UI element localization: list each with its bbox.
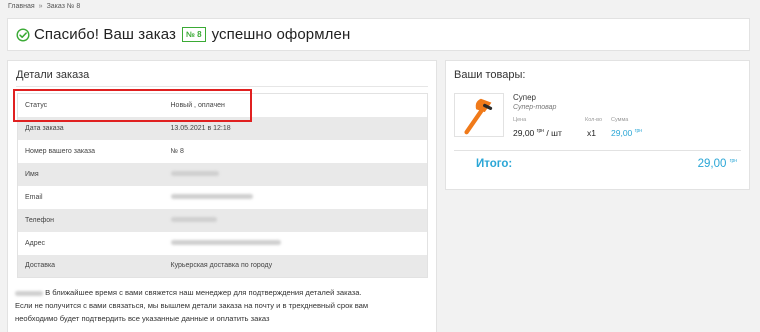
- customer-name-redacted: [15, 290, 43, 296]
- order-details-title: Детали заказа: [16, 69, 90, 81]
- row-label-email: Email: [17, 185, 164, 209]
- table-row: Телефон: [17, 208, 428, 232]
- cart-title: Ваши товары:: [454, 69, 526, 81]
- table-row: Адрес: [17, 231, 428, 255]
- breadcrumb: Главная » Заказ № 8: [8, 3, 80, 10]
- row-label-address: Адрес: [17, 231, 164, 255]
- order-success-header: Спасибо! Ваш заказ № 8 успешно оформлен: [7, 18, 750, 51]
- table-row: Дата заказа 13.05.2021 в 12:18: [17, 116, 428, 140]
- row-value-order-number: № 8: [163, 139, 428, 163]
- info-line-2: Если не получится с вами связаться, мы в…: [15, 301, 369, 310]
- table-row: Email: [17, 185, 428, 209]
- row-label-phone: Телефон: [17, 208, 164, 232]
- table-row: Номер вашего заказа № 8: [17, 139, 428, 163]
- breadcrumb-home-link[interactable]: Главная: [8, 3, 35, 10]
- total-label: Итого:: [476, 158, 513, 170]
- product-thumbnail[interactable]: [454, 93, 504, 137]
- row-value-email-redacted: [163, 185, 428, 209]
- row-value-name-redacted: [163, 162, 428, 186]
- total-value: 29,00 грн: [697, 158, 737, 170]
- row-label-delivery: Доставка: [17, 254, 164, 278]
- check-circle-icon: [16, 27, 30, 42]
- sum-label: Сумма: [611, 117, 629, 123]
- quantity-label: Кол-во: [585, 117, 603, 123]
- row-label-name: Имя: [17, 162, 164, 186]
- row-value-phone-redacted: [163, 208, 428, 232]
- row-value-delivery: Курьерская доставка по городу: [163, 254, 428, 278]
- product-subtitle: Супер-товар: [513, 104, 557, 111]
- page-title-prefix: Спасибо! Ваш заказ: [34, 26, 176, 43]
- price-label: Цена: [513, 117, 527, 123]
- table-row: Статус Новый , оплачен: [17, 93, 428, 117]
- breadcrumb-separator: »: [38, 3, 43, 10]
- quantity-value: x1: [587, 128, 596, 138]
- order-number-badge: № 8: [181, 27, 206, 42]
- row-value-status: Новый , оплачен: [163, 93, 428, 117]
- info-line-3: необходимо будет подтвердить все указанн…: [15, 314, 270, 323]
- table-row: Доставка Курьерская доставка по городу: [17, 254, 428, 278]
- row-label-order-number: Номер вашего заказа: [17, 139, 164, 163]
- row-value-date: 13.05.2021 в 12:18: [163, 116, 428, 140]
- breadcrumb-current: Заказ № 8: [46, 3, 81, 10]
- divider: [16, 86, 428, 87]
- table-row: Имя: [17, 162, 428, 186]
- cart-summary-panel: Ваши товары: Супер Супер-товар Цена 29,0…: [445, 60, 750, 190]
- row-label-date: Дата заказа: [17, 116, 164, 140]
- info-line-1: В ближайшее время с вами свяжется наш ме…: [15, 286, 435, 299]
- row-value-address-redacted: [163, 231, 428, 255]
- product-name[interactable]: Супер: [513, 93, 536, 102]
- axe-icon: [464, 98, 493, 135]
- order-details-table: Статус Новый , оплачен Дата заказа 13.05…: [17, 93, 428, 278]
- divider: [454, 150, 741, 151]
- sum-value: 29,00 грн: [611, 128, 643, 138]
- page-title-suffix: успешно оформлен: [211, 26, 351, 43]
- row-label-status: Статус: [17, 93, 164, 117]
- price-value: 29,00 грн / шт: [513, 128, 562, 138]
- order-info-message: В ближайшее время с вами свяжется наш ме…: [15, 286, 435, 325]
